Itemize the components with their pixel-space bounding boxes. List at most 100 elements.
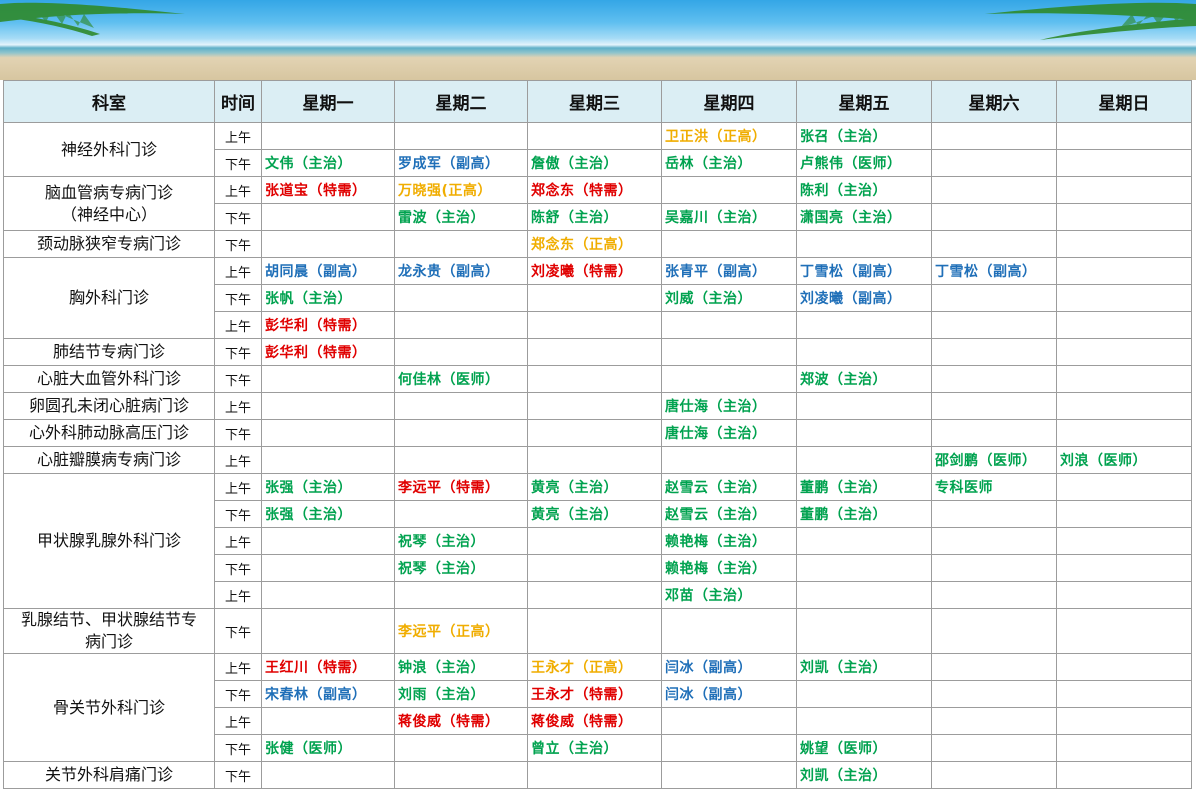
time-cell: 下午 — [214, 734, 262, 762]
department-cell: 关节外科肩痛门诊 — [3, 761, 215, 789]
empty-cell — [394, 230, 528, 258]
time-cell: 上午 — [214, 653, 262, 681]
table-row: 乳腺结节、甲状腺结节专 病门诊 下午 李远平（正高） — [3, 608, 1192, 654]
empty-cell — [527, 527, 662, 555]
beach-banner — [0, 0, 1196, 80]
empty-cell — [931, 230, 1057, 258]
empty-cell — [796, 311, 932, 339]
empty-cell — [261, 446, 395, 474]
table-row: 心脏瓣膜病专病门诊 上午 邵剑鹏（医师） 刘浪（医师） — [3, 446, 1192, 474]
empty-cell — [661, 230, 797, 258]
empty-cell — [1056, 734, 1192, 762]
empty-cell — [1056, 500, 1192, 528]
doctor-cell: 刘雨（主治） — [394, 680, 528, 708]
doctor-cell: 董鹏（主治） — [796, 500, 932, 528]
doctor-cell: 刘凯（主治） — [796, 653, 932, 681]
time-cell: 下午 — [214, 149, 262, 177]
department-cell: 乳腺结节、甲状腺结节专 病门诊 — [3, 608, 215, 654]
empty-cell — [931, 311, 1057, 339]
table-row: 关节外科肩痛门诊 下午 刘凯（主治） — [3, 761, 1192, 789]
empty-cell — [661, 338, 797, 366]
empty-cell — [931, 122, 1057, 150]
empty-cell — [931, 500, 1057, 528]
doctor-cell: 刘凌曦（副高） — [796, 284, 932, 312]
empty-cell — [661, 176, 797, 204]
doctor-cell: 罗成军（副高） — [394, 149, 528, 177]
doctor-cell: 张道宝（特需） — [261, 176, 395, 204]
empty-cell — [661, 707, 797, 735]
empty-cell — [931, 527, 1057, 555]
schedule-table: 科室 时间 星期一 星期二 星期三 星期四 星期五 星期六 星期日 神经外科门诊… — [3, 80, 1192, 789]
empty-cell — [796, 581, 932, 609]
header-row: 科室 时间 星期一 星期二 星期三 星期四 星期五 星期六 星期日 — [3, 80, 1192, 123]
doctor-cell: 陈舒（主治） — [527, 203, 662, 231]
empty-cell — [394, 761, 528, 789]
empty-cell — [261, 122, 395, 150]
doctor-cell: 张强（主治） — [261, 473, 395, 501]
doctor-cell: 宋春林（副高） — [261, 680, 395, 708]
doctor-cell: 赖艳梅（主治） — [661, 554, 797, 582]
empty-cell — [796, 707, 932, 735]
header-tue: 星期二 — [394, 80, 528, 123]
doctor-cell: 唐仕海（主治） — [661, 419, 797, 447]
empty-cell — [394, 734, 528, 762]
table-row: 神经外科门诊 上午 卫正洪（正高） 张召（主治） — [3, 122, 1192, 177]
doctor-cell: 詹傲（主治） — [527, 149, 662, 177]
doctor-cell: 丁雪松（副高） — [931, 257, 1057, 285]
doctor-cell: 岳林（主治） — [661, 149, 797, 177]
doctor-cell: 祝琴（主治） — [394, 554, 528, 582]
doctor-cell: 专科医师 — [931, 473, 1057, 501]
empty-cell — [796, 608, 932, 654]
empty-cell — [527, 284, 662, 312]
header-dept: 科室 — [3, 80, 215, 123]
empty-cell — [394, 338, 528, 366]
doctor-cell: 蒋俊威（特需） — [394, 707, 528, 735]
empty-cell — [661, 365, 797, 393]
time-cell: 上午 — [214, 122, 262, 150]
header-fri: 星期五 — [796, 80, 932, 123]
empty-cell — [931, 365, 1057, 393]
doctor-cell: 曾立（主治） — [527, 734, 662, 762]
doctor-cell: 卫正洪（正高） — [661, 122, 797, 150]
empty-cell — [394, 311, 528, 339]
empty-cell — [261, 761, 395, 789]
doctor-cell: 蒋俊威（特需） — [527, 707, 662, 735]
department-cell: 肺结节专病门诊 — [3, 338, 215, 366]
table-row: 心脏大血管外科门诊 下午 何佳林（医师） 郑波（主治） — [3, 365, 1192, 393]
empty-cell — [931, 761, 1057, 789]
empty-cell — [527, 392, 662, 420]
doctor-cell: 张青平（副高） — [661, 257, 797, 285]
time-cell: 下午 — [214, 761, 262, 789]
empty-cell — [1056, 338, 1192, 366]
doctor-cell: 王永才（正高） — [527, 653, 662, 681]
empty-cell — [527, 311, 662, 339]
empty-cell — [1056, 203, 1192, 231]
department-cell: 胸外科门诊 — [3, 257, 215, 339]
table-row: 甲状腺乳腺外科门诊 上午 张强（主治） 李远平（特需） 黄亮（主治） 赵雪云（主治） 董鹏（… — [3, 473, 1192, 609]
doctor-cell: 李远平（正高） — [394, 608, 528, 654]
doctor-cell: 丁雪松（副高） — [796, 257, 932, 285]
header-time: 时间 — [214, 80, 262, 123]
doctor-cell: 刘威（主治） — [661, 284, 797, 312]
empty-cell — [261, 608, 395, 654]
table-row: 胸外科门诊 上午 胡同晨（副高） 龙永贵（副高） 刘凌曦（特需） 张青平（副高） 丁雪松（副… — [3, 257, 1192, 339]
empty-cell — [1056, 581, 1192, 609]
header-thu: 星期四 — [661, 80, 797, 123]
time-cell: 上午 — [214, 392, 262, 420]
doctor-cell: 王红川（特需） — [261, 653, 395, 681]
department-cell: 脑血管病专病门诊 （神经中心） — [3, 176, 215, 231]
header-mon: 星期一 — [261, 80, 395, 123]
doctor-cell: 张召（主治） — [796, 122, 932, 150]
empty-cell — [1056, 527, 1192, 555]
doctor-cell: 雷波（主治） — [394, 203, 528, 231]
table-row: 卵圆孔未闭心脏病门诊 上午 唐仕海（主治） — [3, 392, 1192, 420]
empty-cell — [261, 203, 395, 231]
doctor-cell: 赵雪云（主治） — [661, 473, 797, 501]
empty-cell — [931, 338, 1057, 366]
empty-cell — [394, 581, 528, 609]
empty-cell — [527, 338, 662, 366]
time-cell: 下午 — [214, 608, 262, 654]
empty-cell — [527, 608, 662, 654]
empty-cell — [394, 122, 528, 150]
table-row: 骨关节外科门诊 上午 王红川（特需） 钟浪（主治） 王永才（正高） 闫冰（副高） 刘凯（主治… — [3, 653, 1192, 762]
